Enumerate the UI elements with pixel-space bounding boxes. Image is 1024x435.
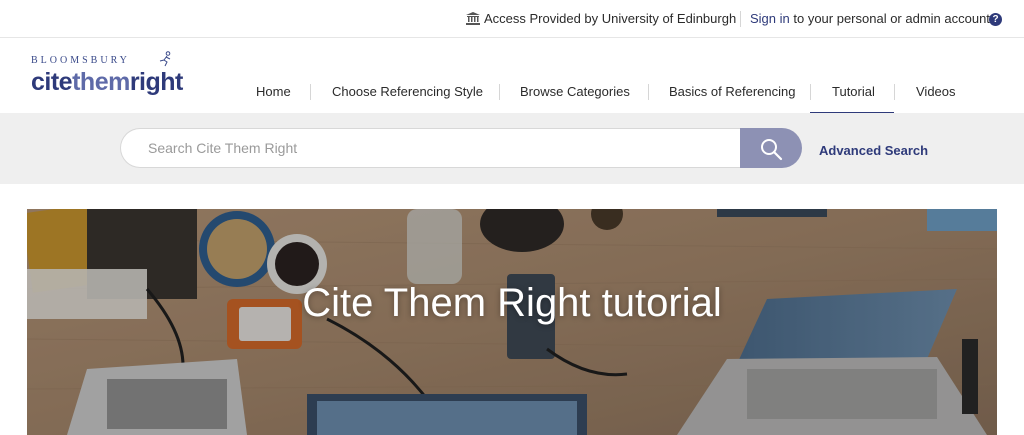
nav-divider xyxy=(310,84,311,100)
nav-divider xyxy=(810,84,811,100)
nav-divider xyxy=(648,84,649,100)
nav-divider xyxy=(894,84,895,100)
nav-choose-referencing-style[interactable]: Choose Referencing Style xyxy=(332,84,483,99)
search-icon xyxy=(761,139,783,161)
top-utility-bar: Access Provided by University of Edinbur… xyxy=(0,0,1024,38)
logo-word-right: right xyxy=(129,68,184,96)
nav-home[interactable]: Home xyxy=(256,84,291,99)
nav-browse-categories[interactable]: Browse Categories xyxy=(520,84,630,99)
hero-banner: Cite Them Right tutorial xyxy=(27,209,997,435)
search-band: Advanced Search xyxy=(0,113,1024,184)
runner-logo-icon xyxy=(159,51,171,67)
topbar-divider xyxy=(740,11,741,27)
publisher-name: BLOOMSBURY xyxy=(31,55,130,66)
institution-icon xyxy=(466,12,480,25)
nav-divider xyxy=(499,84,500,100)
advanced-search-link[interactable]: Advanced Search xyxy=(819,143,928,158)
nav-videos[interactable]: Videos xyxy=(916,84,956,99)
search-box xyxy=(120,128,741,168)
institution-access: Access Provided by University of Edinbur… xyxy=(466,11,736,26)
search-button[interactable] xyxy=(740,128,802,168)
signin-link[interactable]: Sign in xyxy=(750,11,790,26)
logo-word-cite: cite xyxy=(31,68,73,96)
signin-prompt: Sign in to your personal or admin accoun… xyxy=(750,11,990,26)
help-icon[interactable]: ? xyxy=(989,13,1002,26)
nav-basics-of-referencing[interactable]: Basics of Referencing xyxy=(669,84,795,99)
hero-title: Cite Them Right tutorial xyxy=(302,281,722,325)
search-input[interactable] xyxy=(146,139,710,157)
logo-wordmark: citethemright xyxy=(31,68,183,97)
logo-word-them: them xyxy=(72,68,130,96)
signin-rest-text: to your personal or admin account xyxy=(789,11,990,26)
nav-tutorial[interactable]: Tutorial xyxy=(832,84,875,99)
access-text: Access Provided by University of Edinbur… xyxy=(484,11,737,26)
